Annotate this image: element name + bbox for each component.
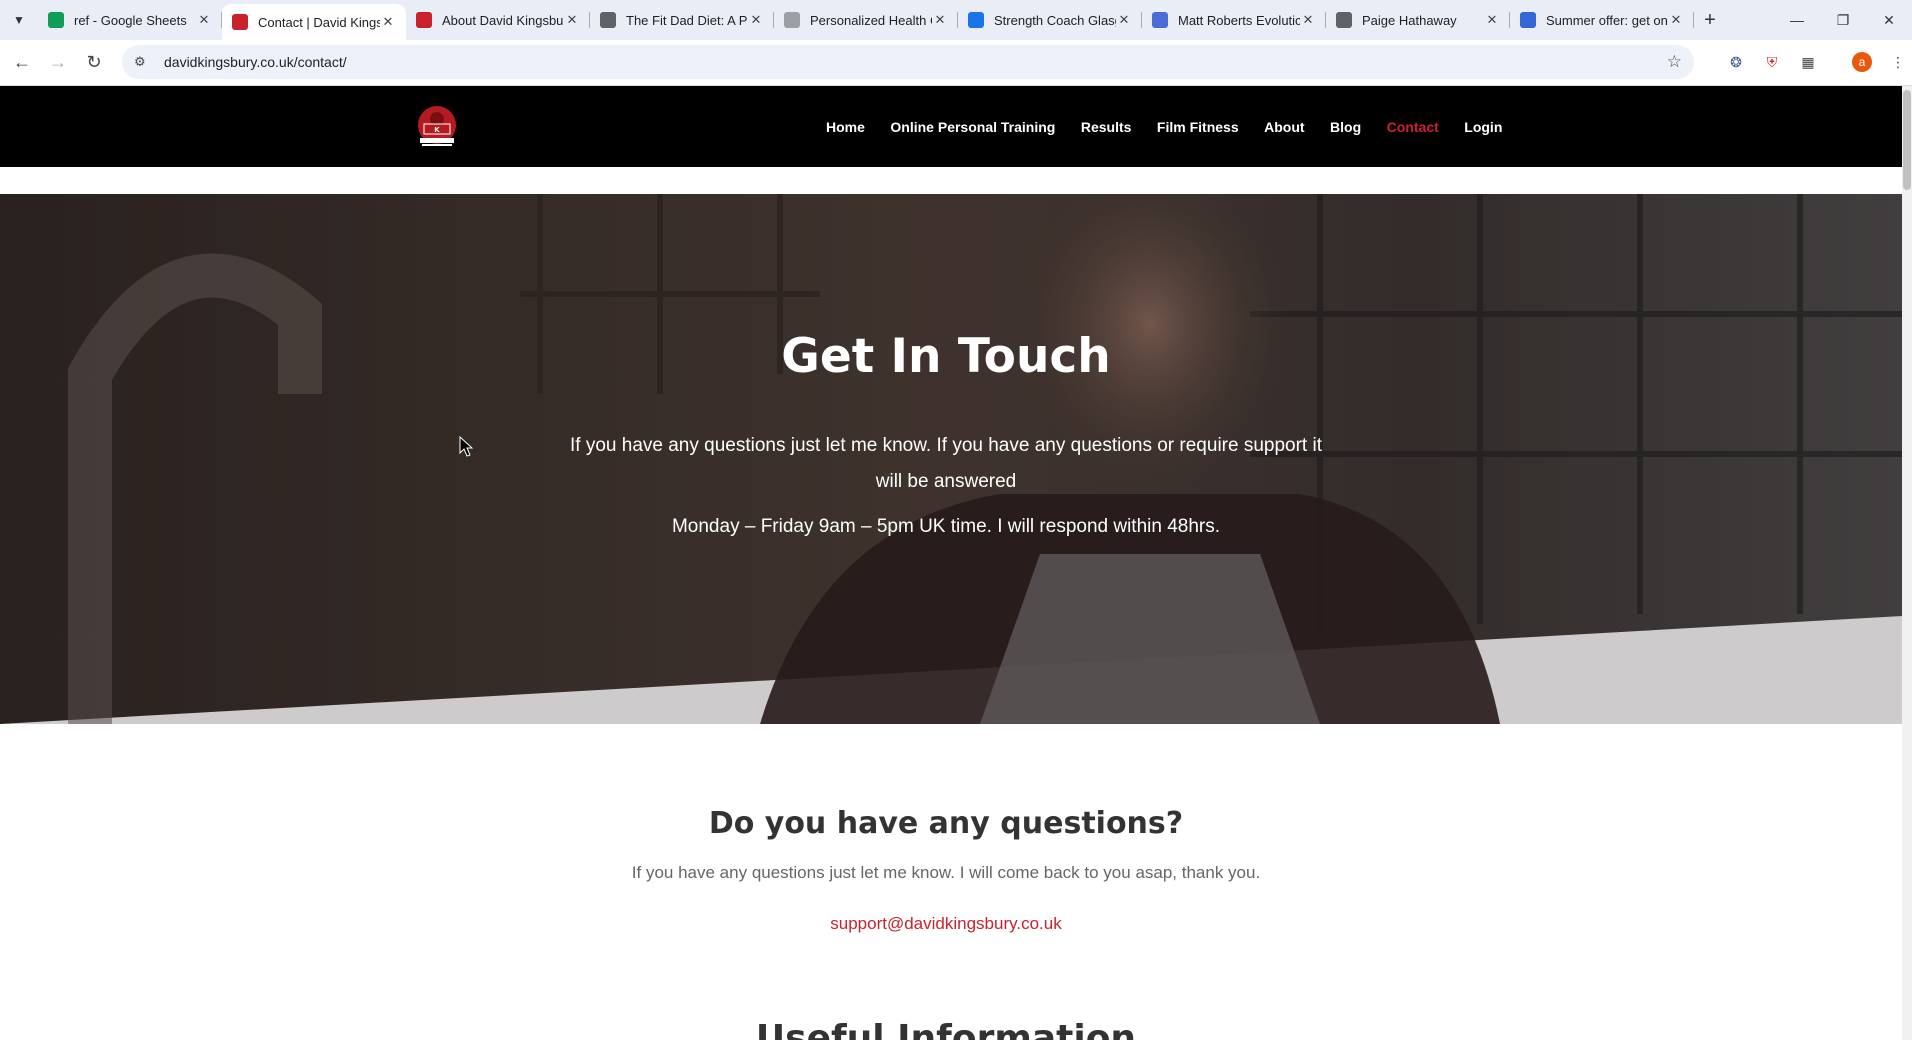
- tab-close-icon[interactable]: ✕: [932, 12, 948, 28]
- useful-information-heading: Useful Information: [755, 1018, 1137, 1040]
- address-bar[interactable]: ⚙ davidkingsbury.co.uk/contact/ ☆: [122, 45, 1694, 79]
- tab-title: The Fit Dad Diet: A Pr: [626, 12, 748, 28]
- hero-title: Get In Touch: [781, 329, 1111, 384]
- tab-title: Personalized Health C: [810, 12, 932, 28]
- web-page: K Home Online Personal Training Results Fil…: [0, 86, 1902, 1040]
- extensions-puzzle-icon[interactable]: ▦: [1796, 50, 1820, 74]
- offer-icon: [1520, 12, 1536, 28]
- tab-close-icon[interactable]: ✕: [1116, 12, 1132, 28]
- forward-button[interactable]: →: [40, 52, 76, 73]
- back-button[interactable]: ←: [4, 52, 40, 73]
- nav-link-online-personal-training[interactable]: Online Personal Training: [890, 119, 1055, 135]
- extension-icon[interactable]: ❂: [1724, 50, 1748, 74]
- kingsbury-logo[interactable]: K: [416, 104, 458, 150]
- tab-title: Paige Hathaway: [1362, 12, 1457, 28]
- tab-title: Summer offer: get on: [1546, 12, 1668, 28]
- close-window-button[interactable]: ✕: [1866, 0, 1912, 40]
- window-controls: — ❐ ✕: [1774, 0, 1912, 40]
- minimize-button[interactable]: —: [1774, 0, 1820, 40]
- tab-title: Strength Coach Glasg: [994, 12, 1116, 28]
- nav-link-blog[interactable]: Blog: [1330, 119, 1361, 135]
- globe-icon: [600, 12, 616, 28]
- browser-toolbar: ← → ↻ ⚙ davidkingsbury.co.uk/contact/ ☆ …: [0, 40, 1912, 86]
- browser-menu-icon[interactable]: ⋮: [1886, 50, 1910, 74]
- browser-tab[interactable]: Paige Hathaway ✕: [1326, 0, 1510, 40]
- tab-search-button[interactable]: ▼: [0, 0, 38, 40]
- tab-title: About David Kingsbu: [442, 12, 564, 28]
- hero-section: Get In Touch If you have any questions j…: [0, 194, 1902, 724]
- restore-button[interactable]: ❐: [1820, 0, 1866, 40]
- questions-text: If you have any questions just let me kn…: [631, 863, 1261, 882]
- tab-close-icon[interactable]: ✕: [564, 12, 580, 28]
- hero-hours: Monday – Friday 9am – 5pm UK time. I wil…: [671, 516, 1221, 537]
- support-email-link[interactable]: support@davidkingsbury.co.uk: [0, 914, 1892, 934]
- mouse-cursor-icon: [459, 436, 473, 457]
- tab-close-icon[interactable]: ✕: [380, 14, 396, 30]
- questions-heading: Do you have any questions?: [708, 806, 1184, 841]
- kingsbury-icon: [416, 12, 432, 28]
- globe-icon: [784, 12, 800, 28]
- browser-tab[interactable]: The Fit Dad Diet: A Pr ✕: [590, 0, 774, 40]
- reload-button[interactable]: ↻: [76, 52, 112, 73]
- svg-text:K: K: [434, 126, 440, 134]
- tab-close-icon[interactable]: ✕: [748, 12, 764, 28]
- nav-link-results[interactable]: Results: [1081, 119, 1132, 135]
- tab-close-icon[interactable]: ✕: [1300, 12, 1316, 28]
- tab-close-icon[interactable]: ✕: [196, 12, 212, 28]
- nav-link-contact[interactable]: Contact: [1387, 119, 1439, 135]
- nav-link-about[interactable]: About: [1264, 119, 1304, 135]
- shield-extension-icon[interactable]: ⛨: [1760, 50, 1784, 74]
- tab-title: ref - Google Sheets: [74, 12, 187, 28]
- hero-description: If you have any questions just let me kn…: [570, 435, 1322, 492]
- tab-title: Contact | David Kings: [258, 14, 380, 30]
- browser-tab[interactable]: Personalized Health C ✕: [774, 0, 958, 40]
- tab-strip: ▼ ref - Google Sheets ✕ Contact | David Ki…: [0, 0, 1912, 40]
- nav-link-film-fitness[interactable]: Film Fitness: [1157, 119, 1239, 135]
- forward-arrow-icon: →: [49, 52, 67, 72]
- m-logo-icon: [1152, 12, 1168, 28]
- profile-avatar[interactable]: a: [1850, 50, 1874, 74]
- url-text[interactable]: davidkingsbury.co.uk/contact/: [164, 54, 1667, 70]
- kingsbury-icon: [232, 14, 248, 30]
- nav-link-home[interactable]: Home: [826, 119, 865, 135]
- s-logo-icon: [968, 12, 984, 28]
- tab-close-icon[interactable]: ✕: [1668, 12, 1684, 28]
- main-navigation: Home Online Personal Training Results Film …: [826, 86, 1528, 167]
- site-header: K Home Online Personal Training Results Fil…: [0, 86, 1902, 167]
- browser-tab[interactable]: ref - Google Sheets ✕: [38, 0, 222, 40]
- chevron-down-icon: ▼: [13, 13, 25, 27]
- reload-icon: ↻: [86, 52, 102, 72]
- browser-tab[interactable]: Strength Coach Glasg ✕: [958, 0, 1142, 40]
- tab-title: Matt Roberts Evolutic: [1178, 12, 1300, 28]
- tab-close-icon[interactable]: ✕: [1484, 12, 1500, 28]
- globe-icon: [1336, 12, 1352, 28]
- browser-tab[interactable]: Matt Roberts Evolutic ✕: [1142, 0, 1326, 40]
- tab-separator: [1693, 12, 1694, 28]
- bookmark-star-icon[interactable]: ☆: [1667, 52, 1682, 72]
- site-info-icon[interactable]: ⚙: [134, 54, 154, 70]
- nav-link-login[interactable]: Login: [1464, 119, 1502, 135]
- sheets-icon: [48, 12, 64, 28]
- page-scrollbar[interactable]: [1902, 86, 1912, 1040]
- browser-tab[interactable]: Contact | David Kings ✕: [222, 4, 406, 40]
- back-arrow-icon: ←: [13, 52, 31, 72]
- browser-tab[interactable]: Summer offer: get on ✕: [1510, 0, 1694, 40]
- browser-tab[interactable]: About David Kingsbu ✕: [406, 0, 590, 40]
- new-tab-button[interactable]: +: [1694, 9, 1726, 32]
- scrollbar-thumb[interactable]: [1903, 90, 1911, 190]
